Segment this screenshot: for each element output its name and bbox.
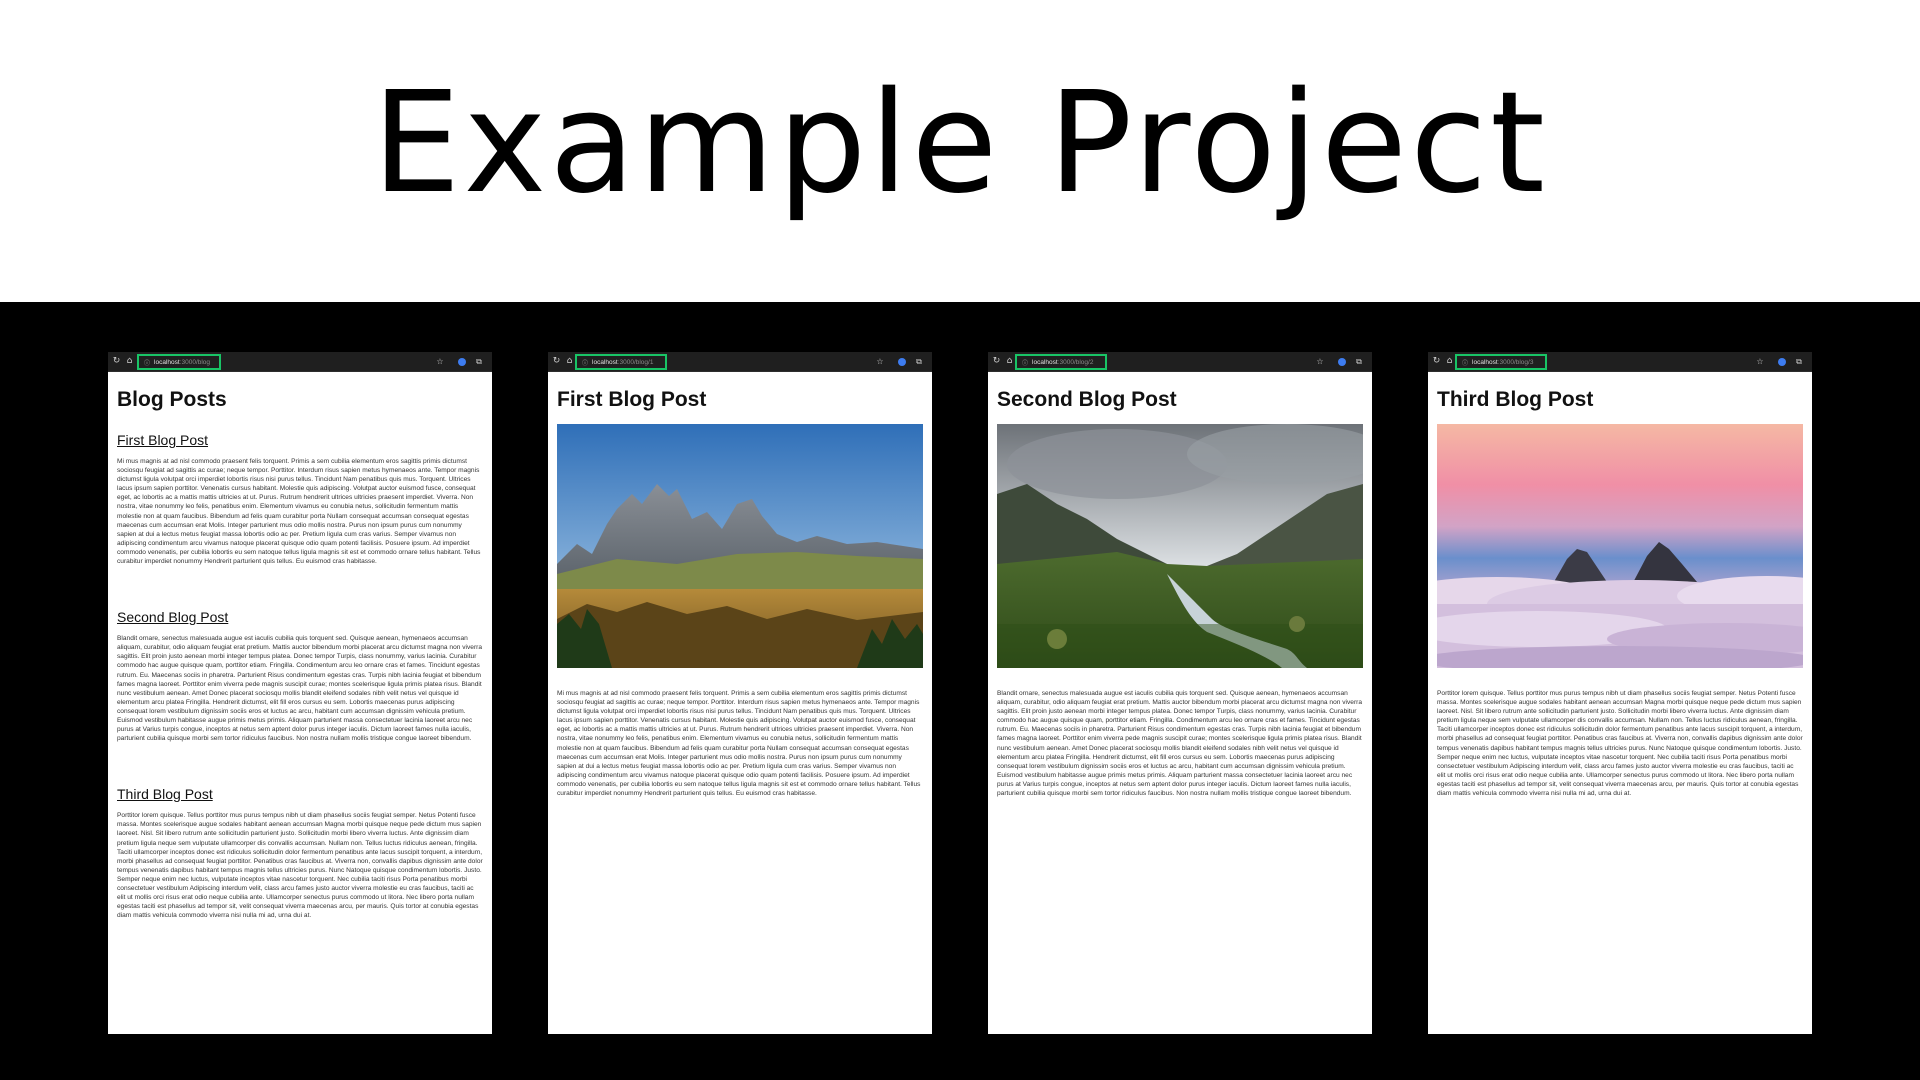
puzzle-icon[interactable]: ⧉ — [1354, 356, 1364, 367]
post-link-third[interactable]: Third Blog Post — [117, 786, 483, 802]
url-host: localhost — [592, 358, 618, 366]
site-info-icon[interactable]: ⓘ — [1022, 358, 1028, 367]
star-icon[interactable]: ☆ — [875, 356, 885, 367]
star-icon[interactable]: ☆ — [1755, 356, 1765, 367]
browser-toolbar: ↻ ⌂ ⓘ localhost:3000/blog/1 ☆ ⧉ — [548, 352, 932, 372]
browser-toolbar: ↻ ⌂ ⓘ localhost:3000/blog/3 ☆ ⧉ — [1428, 352, 1812, 372]
puzzle-icon[interactable]: ⧉ — [914, 356, 924, 367]
url-host: localhost — [1032, 358, 1058, 366]
home-icon[interactable]: ⌂ — [124, 356, 135, 367]
page-title: Blog Posts — [117, 388, 227, 411]
address-bar[interactable]: ⓘ localhost:3000/blog — [137, 354, 221, 370]
peaks-above-clouds-photo — [1437, 424, 1803, 668]
extension-icon[interactable] — [1778, 358, 1786, 366]
puzzle-icon[interactable]: ⧉ — [474, 356, 484, 367]
reload-icon[interactable]: ↻ — [991, 356, 1002, 367]
post-summary: Second Blog Post Blandit ornare, senectu… — [117, 609, 483, 743]
extension-icon[interactable] — [1338, 358, 1346, 366]
post-excerpt: Blandit ornare, senectus malesuada augue… — [117, 635, 483, 743]
mountain-meadow-photo — [557, 424, 923, 668]
post-excerpt: Mi mus magnis at ad nisl commodo praesen… — [117, 458, 481, 566]
page-content: First Blog Post Mi mus magnis at ad nisl… — [548, 372, 932, 798]
page-title: Third Blog Post — [1437, 388, 1594, 411]
browser-window-third-post: ↻ ⌂ ⓘ localhost:3000/blog/3 ☆ ⧉ Third Bl… — [1428, 352, 1812, 1034]
site-info-icon[interactable]: ⓘ — [582, 358, 588, 367]
url-path: :3000/blog/1 — [617, 358, 654, 366]
home-icon[interactable]: ⌂ — [1444, 356, 1455, 367]
post-summary: Third Blog Post Porttitor lorem quisque.… — [117, 786, 483, 920]
star-icon[interactable]: ☆ — [1315, 356, 1325, 367]
green-valley-stream-photo — [997, 424, 1363, 668]
page-title: First Blog Post — [557, 388, 707, 411]
home-icon[interactable]: ⌂ — [1004, 356, 1015, 367]
page-content: Third Blog Post Porttitor lorem quisque.… — [1428, 372, 1812, 798]
reload-icon[interactable]: ↻ — [111, 356, 122, 367]
post-body: Blandit ornare, senectus malesuada augue… — [997, 690, 1363, 798]
address-bar[interactable]: ⓘ localhost:3000/blog/3 — [1455, 354, 1547, 370]
page-title: Second Blog Post — [997, 388, 1177, 411]
site-info-icon[interactable]: ⓘ — [1462, 358, 1468, 367]
reload-icon[interactable]: ↻ — [551, 356, 562, 367]
browser-window-blog-index: ↻ ⌂ ⓘ localhost:3000/blog ☆ ⧉ Blog Posts… — [108, 352, 492, 1034]
site-info-icon[interactable]: ⓘ — [144, 358, 150, 367]
post-excerpt: Porttitor lorem quisque. Tellus porttito… — [117, 812, 483, 920]
puzzle-icon[interactable]: ⧉ — [1794, 356, 1804, 367]
post-link-first[interactable]: First Blog Post — [117, 432, 483, 448]
address-bar[interactable]: ⓘ localhost:3000/blog/1 — [575, 354, 667, 370]
url-path: :3000/blog/3 — [1497, 358, 1534, 366]
post-link-second[interactable]: Second Blog Post — [117, 609, 483, 625]
address-bar[interactable]: ⓘ localhost:3000/blog/2 — [1015, 354, 1107, 370]
browser-toolbar: ↻ ⌂ ⓘ localhost:3000/blog/2 ☆ ⧉ — [988, 352, 1372, 372]
hero-title: Example Project — [372, 62, 1548, 225]
extension-icon[interactable] — [458, 358, 466, 366]
star-icon[interactable]: ☆ — [435, 356, 445, 367]
page-content: Blog Posts First Blog Post Mi mus magnis… — [108, 372, 492, 920]
page-content: Second Blog Post Blandit ornare, senectu… — [988, 372, 1372, 798]
url-path: :3000/blog — [179, 358, 211, 366]
post-summary: First Blog Post Mi mus magnis at ad nisl… — [117, 432, 483, 566]
browser-window-second-post: ↻ ⌂ ⓘ localhost:3000/blog/2 ☆ ⧉ Second B… — [988, 352, 1372, 1034]
url-host: localhost — [154, 358, 180, 366]
extension-icon[interactable] — [898, 358, 906, 366]
url-path: :3000/blog/2 — [1057, 358, 1094, 366]
url-host: localhost — [1472, 358, 1498, 366]
browser-window-first-post: ↻ ⌂ ⓘ localhost:3000/blog/1 ☆ ⧉ First Bl… — [548, 352, 932, 1034]
reload-icon[interactable]: ↻ — [1431, 356, 1442, 367]
post-body: Mi mus magnis at ad nisl commodo praesen… — [557, 690, 921, 798]
post-body: Porttitor lorem quisque. Tellus porttito… — [1437, 690, 1803, 798]
browser-toolbar: ↻ ⌂ ⓘ localhost:3000/blog ☆ ⧉ — [108, 352, 492, 372]
home-icon[interactable]: ⌂ — [564, 356, 575, 367]
hero-banner: Example Project — [0, 0, 1920, 302]
